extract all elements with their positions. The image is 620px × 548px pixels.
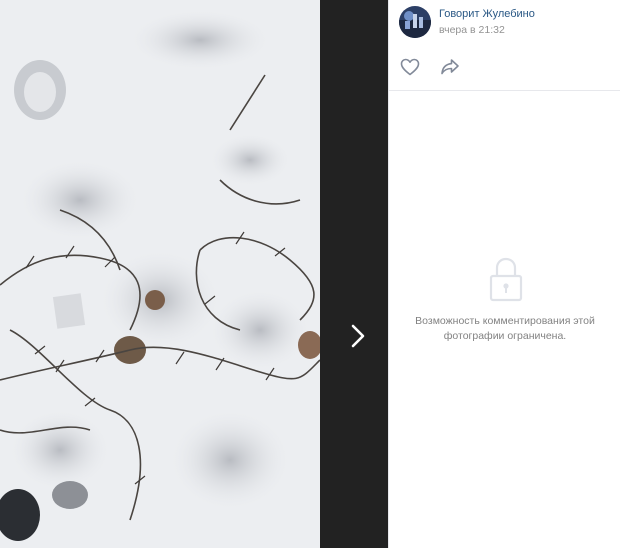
like-button[interactable]	[399, 56, 421, 78]
post-header: Говорит Жулебино вчера в 21:32	[389, 0, 620, 44]
photo-sidebar: Говорит Жулебино вчера в 21:32 Возможнос…	[388, 0, 620, 548]
lock-icon	[489, 257, 523, 302]
post-actions	[389, 44, 620, 91]
snow-photo-image	[0, 0, 320, 548]
photo-area	[0, 0, 388, 548]
post-date[interactable]: вчера в 21:32	[439, 23, 535, 37]
author-link[interactable]: Говорит Жулебино	[439, 7, 535, 21]
heart-outline-icon	[400, 58, 420, 76]
share-button[interactable]	[439, 56, 461, 78]
photo-viewer: Говорит Жулебино вчера в 21:32 Возможнос…	[0, 0, 620, 548]
share-arrow-icon	[441, 59, 459, 75]
chevron-right-icon	[351, 324, 365, 348]
community-avatar-image	[399, 6, 431, 38]
avatar[interactable]	[399, 6, 431, 38]
photo[interactable]	[0, 0, 320, 548]
comments-closed-message: Возможность комментирования этой фотогра…	[415, 315, 595, 342]
post-meta: Говорит Жулебино вчера в 21:32	[439, 7, 535, 37]
next-photo-button[interactable]	[340, 312, 376, 360]
